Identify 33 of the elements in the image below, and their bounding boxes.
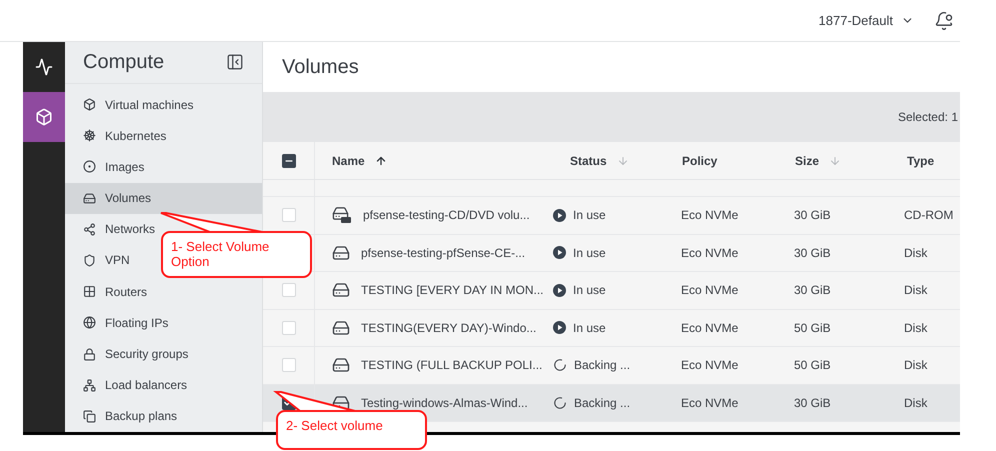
policy-cell-text: Eco NVMe [680,357,740,374]
policy-cell-text: Eco NVMe [680,394,740,412]
volume-name: TESTING (FULL BACKUP POLI... [361,357,542,374]
volume-name: pfsense-testing-CD/DVD volu... [363,207,530,224]
type-cell-text: Disk [903,394,928,412]
status-text: In use [573,282,606,300]
size-cell-text: 30 GiB [793,207,832,224]
volume-name: TESTING [EVERY DAY IN MON... [361,282,544,300]
size-cell-text: 50 GiB [793,320,832,337]
status-text: Backing ... [574,357,630,374]
page-title: Volumes [282,55,359,80]
status-text: In use [573,244,606,262]
volume-name: TESTING(EVERY DAY)-Windo... [361,320,536,337]
size-cell-text: 30 GiB [793,394,832,412]
type-cell-text: Disk [903,357,928,374]
status-text: In use [573,320,606,337]
type-cell-text: Disk [903,282,928,300]
size-cell-text: 30 GiB [793,282,832,300]
type-cell-text: CD-ROM [903,207,954,224]
type-cell-text: Disk [903,244,928,262]
policy-cell-text: Eco NVMe [680,207,740,224]
status-text: In use [573,207,606,224]
status-text: Backing ... [574,394,630,412]
volume-name: Testing-windows-Almas-Wind... [361,394,528,412]
size-cell-text: 30 GiB [793,244,832,262]
sidebar-title: Compute [83,50,164,76]
selection-count: Selected: 1 [898,109,958,126]
policy-cell-text: Eco NVMe [680,244,740,262]
type-cell-text: Disk [903,320,928,337]
policy-cell-text: Eco NVMe [680,282,740,300]
policy-cell-text: Eco NVMe [680,320,740,337]
size-cell-text: 50 GiB [793,357,832,374]
volume-name: pfsense-testing-pfSense-CE-... [361,244,526,262]
